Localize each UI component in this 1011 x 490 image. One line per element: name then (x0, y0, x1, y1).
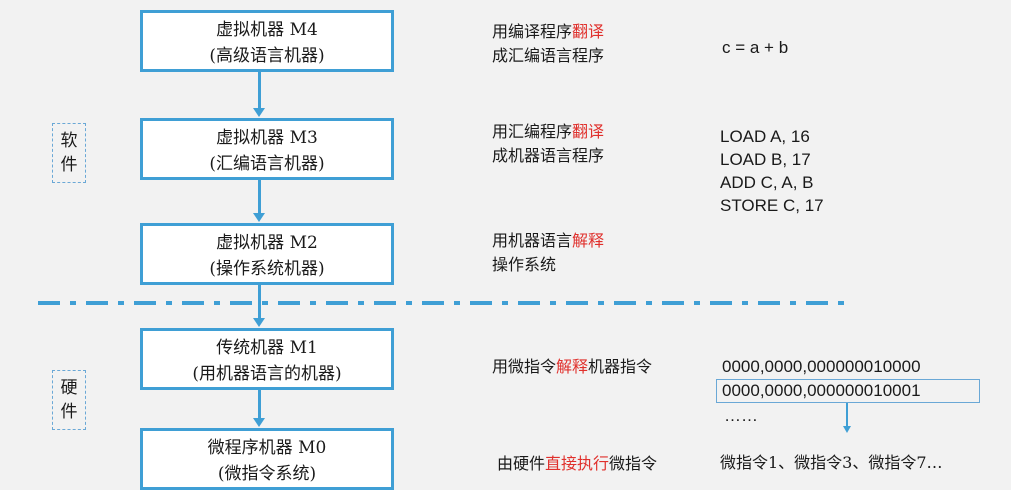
desc-m4-keyword: 翻译 (572, 22, 605, 41)
desc-m4-part-2: 成汇编语言程序 (492, 46, 605, 65)
level-box-m0: 微程序机器 M0 (微指令系统) (140, 428, 394, 490)
level-box-m4: 虚拟机器 M4 (高级语言机器) (140, 10, 394, 72)
assembly-line-3: ADD C, A, B (720, 173, 814, 192)
desc-m0-part-2: 微指令 (609, 454, 658, 473)
arrowhead-m3 (253, 108, 265, 117)
desc-m1-part-1: 用微指令 (492, 357, 557, 376)
machine-code-line-1: 0000,0000,000000010000 (722, 357, 921, 376)
desc-m1-keyword: 解释 (556, 357, 589, 376)
software-label: 软 件 (52, 123, 86, 183)
level-m3-sub: (汇编语言机器) (209, 154, 325, 174)
connector-m3-m2 (258, 180, 261, 215)
level-m2-description: 用机器语言解释 操作系统 (492, 229, 662, 277)
level-m2-name: 虚拟机器 M2 (216, 233, 318, 253)
connector-m4-m3 (258, 72, 261, 110)
desc-m2-keyword: 解释 (572, 231, 605, 250)
connector-m1-m0 (258, 390, 261, 420)
level-m4-description: 用编译程序翻译 成汇编语言程序 (492, 20, 662, 68)
desc-m1-part-2: 机器指令 (588, 357, 653, 376)
desc-m4-part-1: 用编译程序 (492, 22, 573, 41)
level-m1-name: 传统机器 M1 (216, 338, 318, 358)
level-m4-name: 虚拟机器 M4 (216, 20, 318, 40)
desc-m3-keyword: 翻译 (572, 122, 605, 141)
arrowhead-m2 (253, 213, 265, 222)
level-m0-description: 由硬件直接执行微指令 (497, 452, 722, 476)
level-box-m2: 虚拟机器 M2 (操作系统机器) (140, 223, 394, 285)
desc-m2-part-1: 用机器语言 (492, 231, 573, 250)
machine-code-line-2: 0000,0000,000000010001 (722, 381, 921, 400)
level-m0-sub: (微指令系统) (217, 464, 317, 484)
software-label-char-2: 件 (60, 155, 78, 175)
level-m3-description: 用汇编程序翻译 成机器语言程序 (492, 120, 662, 168)
assembly-line-2: LOAD B, 17 (720, 150, 811, 169)
level-m1-sub: (用机器语言的机器) (192, 364, 342, 384)
micro-instruction-example: 微指令1、微指令3、微指令7… (720, 453, 943, 472)
desc-m2-part-2: 操作系统 (492, 255, 557, 274)
assembly-example: LOAD A, 16 LOAD B, 17 ADD C, A, B STORE … (720, 125, 824, 217)
level-m3-name: 虚拟机器 M3 (216, 128, 318, 148)
arrowhead-m0 (253, 418, 265, 427)
desc-m3-part-1: 用汇编程序 (492, 122, 573, 141)
assembly-line-1: LOAD A, 16 (720, 127, 810, 146)
software-label-char-1: 软 (60, 131, 78, 151)
arrowhead-m1 (253, 318, 265, 327)
level-box-m1: 传统机器 M1 (用机器语言的机器) (140, 328, 394, 390)
level-m4-sub: (高级语言机器) (209, 46, 325, 66)
level-m0-name: 微程序机器 M0 (207, 438, 327, 458)
desc-m0-part-1: 由硬件 (497, 454, 546, 473)
machine-to-micro-arrow (846, 403, 848, 427)
machine-to-micro-arrowhead (843, 426, 851, 433)
hardware-label-char-2: 件 (60, 402, 78, 422)
desc-m0-keyword: 直接执行 (545, 454, 610, 473)
hardware-label-char-1: 硬 (60, 378, 78, 398)
level-box-m3: 虚拟机器 M3 (汇编语言机器) (140, 118, 394, 180)
machine-code-ellipsis: …… (724, 406, 758, 425)
level-m1-description: 用微指令解释机器指令 (492, 355, 717, 379)
hardware-label: 硬 件 (52, 370, 86, 430)
software-hardware-divider (38, 301, 853, 305)
desc-m3-part-2: 成机器语言程序 (492, 146, 605, 165)
assembly-line-4: STORE C, 17 (720, 196, 824, 215)
level-m2-sub: (操作系统机器) (209, 259, 325, 279)
high-level-example: c = a + b (722, 38, 789, 57)
